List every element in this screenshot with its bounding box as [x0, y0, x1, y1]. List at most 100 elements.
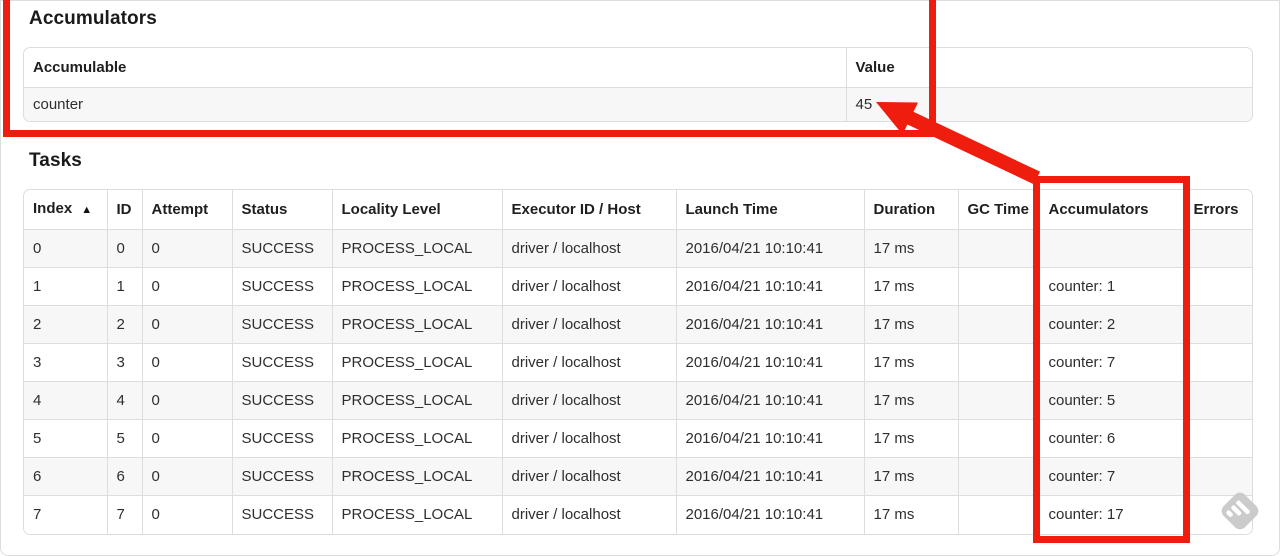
column-header-id[interactable]: ID	[106, 190, 142, 230]
cell-accumulators: counter: 5	[1038, 381, 1184, 420]
cell-status: SUCCESS	[231, 495, 332, 534]
column-header-duration[interactable]: Duration	[863, 190, 958, 230]
column-header-attempt[interactable]: Attempt	[141, 190, 232, 230]
column-header-gc-time[interactable]: GC Time	[957, 190, 1039, 230]
cell-errors	[1183, 229, 1252, 268]
cell-accumulators: counter: 1	[1038, 267, 1184, 306]
cell-locality-level: PROCESS_LOCAL	[331, 267, 502, 306]
cell-accumulators: counter: 7	[1038, 457, 1184, 496]
cell-accumulators: counter: 6	[1038, 419, 1184, 458]
cell-id: 6	[106, 457, 142, 496]
cell-accumulable: counter	[24, 87, 846, 121]
cell-status: SUCCESS	[231, 305, 332, 344]
cell-attempt: 0	[141, 343, 232, 382]
cell-launch-time: 2016/04/21 10:10:41	[675, 267, 864, 306]
cell-duration: 17 ms	[863, 495, 958, 534]
table-row: 5 5 0 SUCCESS PROCESS_LOCAL driver / localhos…	[24, 419, 1252, 458]
cell-duration: 17 ms	[863, 419, 958, 458]
column-header-index[interactable]: Index ▲	[24, 190, 107, 230]
cell-executor-id-host: driver / localhost	[501, 495, 676, 534]
table-row: 7 7 0 SUCCESS PROCESS_LOCAL driver / localhos…	[24, 495, 1252, 534]
cell-accumulators: counter: 2	[1038, 305, 1184, 344]
cell-locality-level: PROCESS_LOCAL	[331, 381, 502, 420]
cell-executor-id-host: driver / localhost	[501, 305, 676, 344]
cell-index: 1	[24, 267, 107, 306]
cell-executor-id-host: driver / localhost	[501, 343, 676, 382]
cell-duration: 17 ms	[863, 343, 958, 382]
cell-attempt: 0	[141, 229, 232, 268]
table-row: counter 45	[24, 87, 1252, 121]
cell-executor-id-host: driver / localhost	[501, 381, 676, 420]
cell-executor-id-host: driver / localhost	[501, 419, 676, 458]
column-header-executor-id-host[interactable]: Executor ID / Host	[501, 190, 676, 230]
cell-id: 7	[106, 495, 142, 534]
cell-launch-time: 2016/04/21 10:10:41	[675, 381, 864, 420]
cell-value: 45	[845, 87, 1252, 121]
cell-gc-time	[957, 381, 1039, 420]
cell-attempt: 0	[141, 457, 232, 496]
cell-duration: 17 ms	[863, 229, 958, 268]
cell-id: 3	[106, 343, 142, 382]
cell-executor-id-host: driver / localhost	[501, 267, 676, 306]
cell-duration: 17 ms	[863, 457, 958, 496]
cell-errors	[1183, 419, 1252, 458]
cell-errors	[1183, 343, 1252, 382]
cell-index: 3	[24, 343, 107, 382]
cell-launch-time: 2016/04/21 10:10:41	[675, 495, 864, 534]
cell-attempt: 0	[141, 495, 232, 534]
table-row: 2 2 0 SUCCESS PROCESS_LOCAL driver / localhos…	[24, 305, 1252, 344]
cell-id: 1	[106, 267, 142, 306]
cell-index: 6	[24, 457, 107, 496]
cell-errors	[1183, 381, 1252, 420]
cell-id: 5	[106, 419, 142, 458]
cell-gc-time	[957, 267, 1039, 306]
sort-ascending-icon: ▲	[81, 204, 93, 216]
cell-locality-level: PROCESS_LOCAL	[331, 305, 502, 344]
cell-errors	[1183, 305, 1252, 344]
cell-gc-time	[957, 419, 1039, 458]
column-header-accumulators[interactable]: Accumulators	[1038, 190, 1184, 230]
cell-duration: 17 ms	[863, 267, 958, 306]
table-row: 0 0 0 SUCCESS PROCESS_LOCAL driver / localhos…	[24, 229, 1252, 268]
column-header-status[interactable]: Status	[231, 190, 332, 230]
column-header-value[interactable]: Value	[845, 48, 1252, 88]
header-row: Accumulable Value	[24, 48, 1252, 88]
cell-executor-id-host: driver / localhost	[501, 457, 676, 496]
column-header-locality-level[interactable]: Locality Level	[331, 190, 502, 230]
tasks-section-heading: Tasks	[29, 150, 82, 171]
cell-executor-id-host: driver / localhost	[501, 229, 676, 268]
cell-status: SUCCESS	[231, 229, 332, 268]
cell-attempt: 0	[141, 267, 232, 306]
cell-errors	[1183, 267, 1252, 306]
cell-accumulators	[1038, 229, 1184, 268]
column-header-launch-time[interactable]: Launch Time	[675, 190, 864, 230]
cell-duration: 17 ms	[863, 305, 958, 344]
table-row: 1 1 0 SUCCESS PROCESS_LOCAL driver / localhos…	[24, 267, 1252, 306]
cell-gc-time	[957, 305, 1039, 344]
cell-gc-time	[957, 229, 1039, 268]
cell-status: SUCCESS	[231, 381, 332, 420]
cell-index: 2	[24, 305, 107, 344]
cell-id: 0	[106, 229, 142, 268]
cell-launch-time: 2016/04/21 10:10:41	[675, 419, 864, 458]
accumulable-table: Accumulable Value counter 45	[23, 47, 1253, 122]
accumulators-section-heading: Accumulators	[29, 8, 157, 29]
table-row: 6 6 0 SUCCESS PROCESS_LOCAL driver / localhos…	[24, 457, 1252, 496]
cell-locality-level: PROCESS_LOCAL	[331, 343, 502, 382]
cell-locality-level: PROCESS_LOCAL	[331, 419, 502, 458]
column-header-accumulable[interactable]: Accumulable	[24, 48, 846, 88]
table-row: 3 3 0 SUCCESS PROCESS_LOCAL driver / localhos…	[24, 343, 1252, 382]
header-row: Index ▲ ID Attempt Status Locality Level Execu…	[24, 190, 1252, 230]
cell-launch-time: 2016/04/21 10:10:41	[675, 229, 864, 268]
table-row: 4 4 0 SUCCESS PROCESS_LOCAL driver / localhos…	[24, 381, 1252, 420]
column-header-errors[interactable]: Errors	[1183, 190, 1252, 230]
cell-status: SUCCESS	[231, 267, 332, 306]
cell-status: SUCCESS	[231, 457, 332, 496]
cell-attempt: 0	[141, 419, 232, 458]
cell-index: 7	[24, 495, 107, 534]
feedly-icon	[1221, 492, 1259, 530]
cell-id: 2	[106, 305, 142, 344]
cell-gc-time	[957, 343, 1039, 382]
cell-status: SUCCESS	[231, 419, 332, 458]
cell-id: 4	[106, 381, 142, 420]
